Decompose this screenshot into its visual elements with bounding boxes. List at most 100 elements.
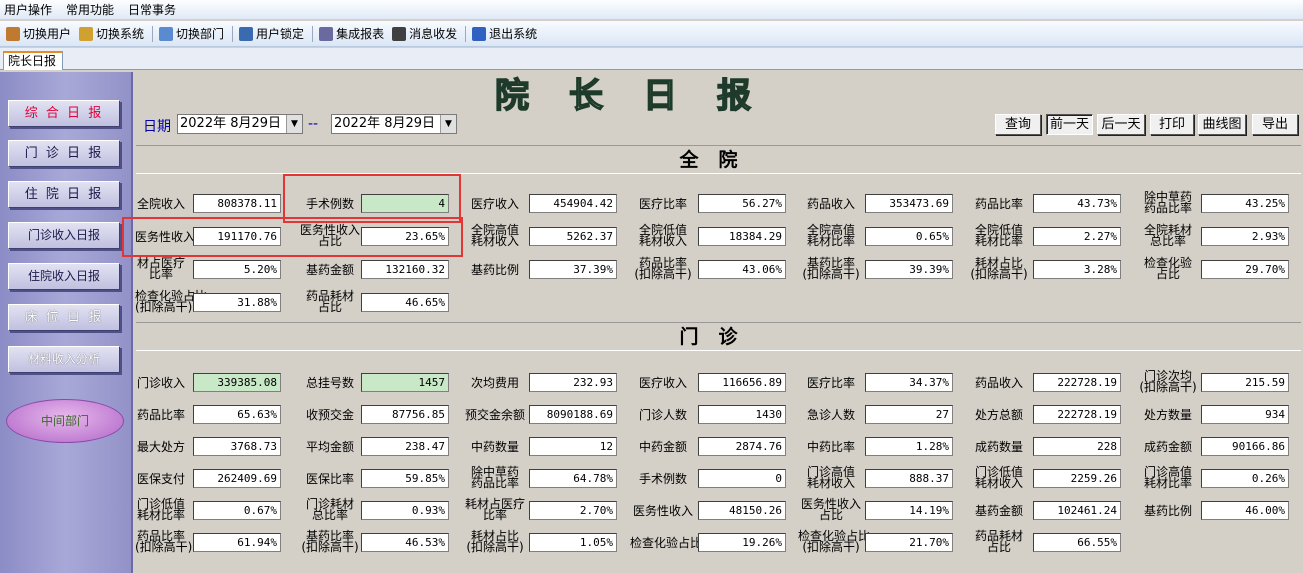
outpatient_fields-value[interactable]: 1.05%: [529, 533, 617, 552]
hospital_fields-value[interactable]: 37.39%: [529, 260, 617, 279]
outpatient_fields-value[interactable]: 61.94%: [193, 533, 281, 552]
outpatient_fields-value[interactable]: 65.63%: [193, 405, 281, 424]
outpatient_fields-value[interactable]: 2259.26: [1033, 469, 1121, 488]
nav-inpatient-income-daily[interactable]: 住院收入日报: [8, 263, 120, 290]
hospital_fields-value[interactable]: 5262.37: [529, 227, 617, 246]
hospital_fields-value[interactable]: 56.27%: [698, 194, 786, 213]
outpatient_fields-value[interactable]: 87756.85: [361, 405, 449, 424]
date-to-picker[interactable]: 2022年 8月29日 ▼: [331, 114, 457, 134]
outpatient_fields-value[interactable]: 90166.86: [1201, 437, 1289, 456]
outpatient_fields-value[interactable]: 0.93%: [361, 501, 449, 520]
toolbar-button-1[interactable]: 切换用户: [6, 26, 71, 42]
toolbar-button-7[interactable]: 退出系统: [472, 26, 537, 42]
nav-middle-department-button[interactable]: 中间部门: [6, 399, 124, 443]
hospital_fields-label: 基药比率 (扣除高干): [798, 257, 864, 281]
hospital_fields-value[interactable]: 18384.29: [698, 227, 786, 246]
hospital_fields-value[interactable]: 43.06%: [698, 260, 786, 279]
date-from-picker[interactable]: 2022年 8月29日 ▼: [177, 114, 303, 134]
hospital_fields-value[interactable]: 454904.42: [529, 194, 617, 213]
toolbar-button-2[interactable]: 切换系统: [79, 26, 144, 42]
outpatient_fields-value[interactable]: 339385.08: [193, 373, 281, 392]
message-icon: [392, 26, 407, 41]
hospital_fields-value[interactable]: 353473.69: [865, 194, 953, 213]
outpatient_fields-value[interactable]: 102461.24: [1033, 501, 1121, 520]
chevron-down-icon[interactable]: ▼: [440, 115, 456, 133]
outpatient_fields-value[interactable]: 0.67%: [193, 501, 281, 520]
hospital_fields-value[interactable]: 43.25%: [1201, 194, 1289, 213]
outpatient_fields-value[interactable]: 0: [698, 469, 786, 488]
outpatient_fields-value[interactable]: 14.19%: [865, 501, 953, 520]
outpatient_fields-value[interactable]: 66.55%: [1033, 533, 1121, 552]
outpatient_fields-value[interactable]: 3768.73: [193, 437, 281, 456]
hospital_fields-value[interactable]: 3.28%: [1033, 260, 1121, 279]
menu-common[interactable]: 常用功能: [66, 1, 114, 19]
chevron-down-icon[interactable]: ▼: [286, 115, 302, 133]
nav-inpatient-daily[interactable]: 住 院 日 报: [8, 181, 120, 208]
outpatient_fields-value[interactable]: 2.70%: [529, 501, 617, 520]
nav-outpatient-income-daily[interactable]: 门诊收入日报: [8, 222, 120, 249]
hospital_fields-label: 药品耗材 占比: [295, 290, 365, 313]
menu-daily[interactable]: 日常事务: [128, 1, 176, 19]
query-button[interactable]: 查询: [995, 114, 1041, 135]
outpatient_fields-value[interactable]: 222728.19: [1033, 405, 1121, 424]
outpatient_fields-value[interactable]: 1457: [361, 373, 449, 392]
nav-bed-daily[interactable]: 床 位 日 报: [8, 304, 120, 331]
hospital_fields-value[interactable]: 808378.11: [193, 194, 281, 213]
hospital_fields-value[interactable]: 43.73%: [1033, 194, 1121, 213]
outpatient_fields-value[interactable]: 2874.76: [698, 437, 786, 456]
outpatient_fields-value[interactable]: 238.47: [361, 437, 449, 456]
label-line: 医疗比率: [638, 197, 687, 211]
outpatient_fields-value[interactable]: 228: [1033, 437, 1121, 456]
toolbar-button-4[interactable]: 用户锁定: [239, 26, 304, 42]
outpatient_fields-value[interactable]: 64.78%: [529, 469, 617, 488]
toolbar-button-6[interactable]: 消息收发: [392, 26, 457, 42]
label-line: 药品收入: [974, 376, 1023, 390]
nav-outpatient-daily[interactable]: 门 诊 日 报: [8, 140, 120, 167]
hospital_fields-value[interactable]: 39.39%: [865, 260, 953, 279]
outpatient_fields-value[interactable]: 262409.69: [193, 469, 281, 488]
outpatient_fields-label: 除中草药 药品比率: [465, 466, 525, 489]
outpatient_fields-value[interactable]: 34.37%: [865, 373, 953, 392]
outpatient_fields-value[interactable]: 19.26%: [698, 533, 786, 552]
hospital_fields-value[interactable]: 29.70%: [1201, 260, 1289, 279]
outpatient_fields-value[interactable]: 1.28%: [865, 437, 953, 456]
outpatient_fields-value[interactable]: 222728.19: [1033, 373, 1121, 392]
menu-user-ops[interactable]: 用户操作: [4, 1, 52, 19]
hospital_fields-value[interactable]: 2.93%: [1201, 227, 1289, 246]
nav-material-income-analysis[interactable]: 材料收入分析: [8, 346, 120, 373]
nav-comprehensive-daily[interactable]: 综 合 日 报: [8, 100, 120, 127]
hospital_fields-value[interactable]: 132160.32: [361, 260, 449, 279]
print-button[interactable]: 打印: [1150, 114, 1194, 135]
outpatient_fields-value[interactable]: 48150.26: [698, 501, 786, 520]
switch-system-icon: [79, 26, 94, 41]
hospital_fields-value[interactable]: 5.20%: [193, 260, 281, 279]
outpatient_fields-value[interactable]: 59.85%: [361, 469, 449, 488]
outpatient_fields-value[interactable]: 46.53%: [361, 533, 449, 552]
outpatient_fields-value[interactable]: 934: [1201, 405, 1289, 424]
outpatient_fields-value[interactable]: 232.93: [529, 373, 617, 392]
hospital_fields-value[interactable]: 2.27%: [1033, 227, 1121, 246]
next-day-button[interactable]: 后一天: [1097, 114, 1145, 135]
prev-day-button[interactable]: 前一天: [1046, 114, 1093, 135]
hospital_fields-value[interactable]: 0.65%: [865, 227, 953, 246]
outpatient_fields-value[interactable]: 888.37: [865, 469, 953, 488]
outpatient_fields-value[interactable]: 116656.89: [698, 373, 786, 392]
toolbar-button-label: 切换部门: [176, 26, 225, 41]
outpatient_fields-value[interactable]: 1430: [698, 405, 786, 424]
toolbar-button-3[interactable]: 切换部门: [159, 26, 224, 42]
outpatient_fields-value[interactable]: 8090188.69: [529, 405, 617, 424]
outpatient_fields-value[interactable]: 21.70%: [865, 533, 953, 552]
label-line: 中药数量: [470, 440, 519, 454]
hospital_fields-value[interactable]: 46.65%: [361, 293, 449, 312]
toolbar-button-5[interactable]: 集成报表: [319, 26, 384, 42]
label-line: (扣除高干): [802, 267, 860, 281]
hospital_fields-value[interactable]: 31.88%: [193, 293, 281, 312]
outpatient_fields-value[interactable]: 27: [865, 405, 953, 424]
chart-button[interactable]: 曲线图: [1198, 114, 1246, 135]
outpatient_fields-value[interactable]: 0.26%: [1201, 469, 1289, 488]
outpatient_fields-value[interactable]: 12: [529, 437, 617, 456]
export-button[interactable]: 导出: [1252, 114, 1298, 135]
outpatient_fields-value[interactable]: 215.59: [1201, 373, 1289, 392]
tab-president-daily[interactable]: 院长日报: [3, 51, 63, 70]
outpatient_fields-value[interactable]: 46.00%: [1201, 501, 1289, 520]
